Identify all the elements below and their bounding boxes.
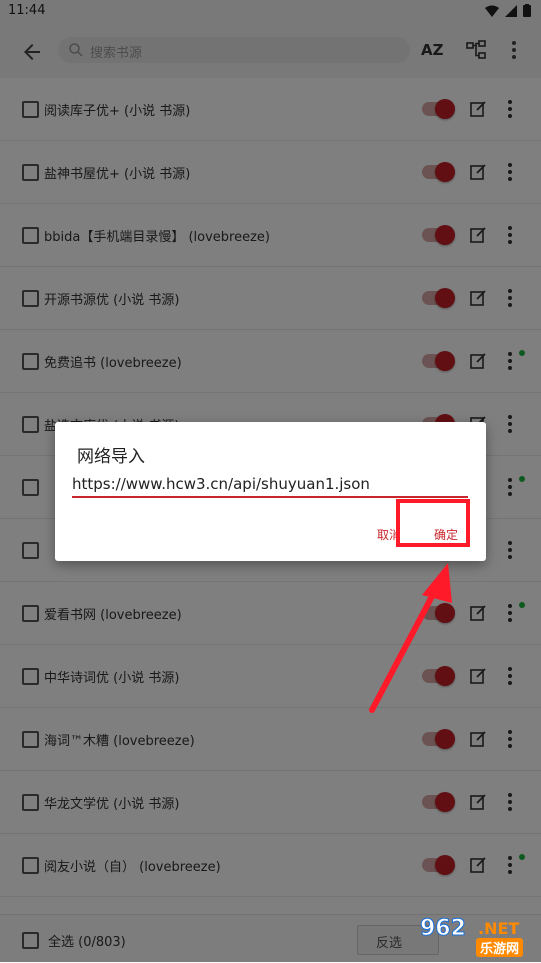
watermark-number: 962 (420, 916, 467, 942)
url-input[interactable] (72, 472, 468, 498)
watermark-logo: 962 .NET 乐游网 (410, 916, 540, 960)
watermark-site: 乐游网 (476, 938, 524, 957)
annotation-arrow-icon (369, 563, 452, 713)
confirm-highlight-box (396, 499, 470, 547)
watermark-net: .NET (478, 919, 520, 938)
dialog-title: 网络导入 (77, 447, 145, 467)
